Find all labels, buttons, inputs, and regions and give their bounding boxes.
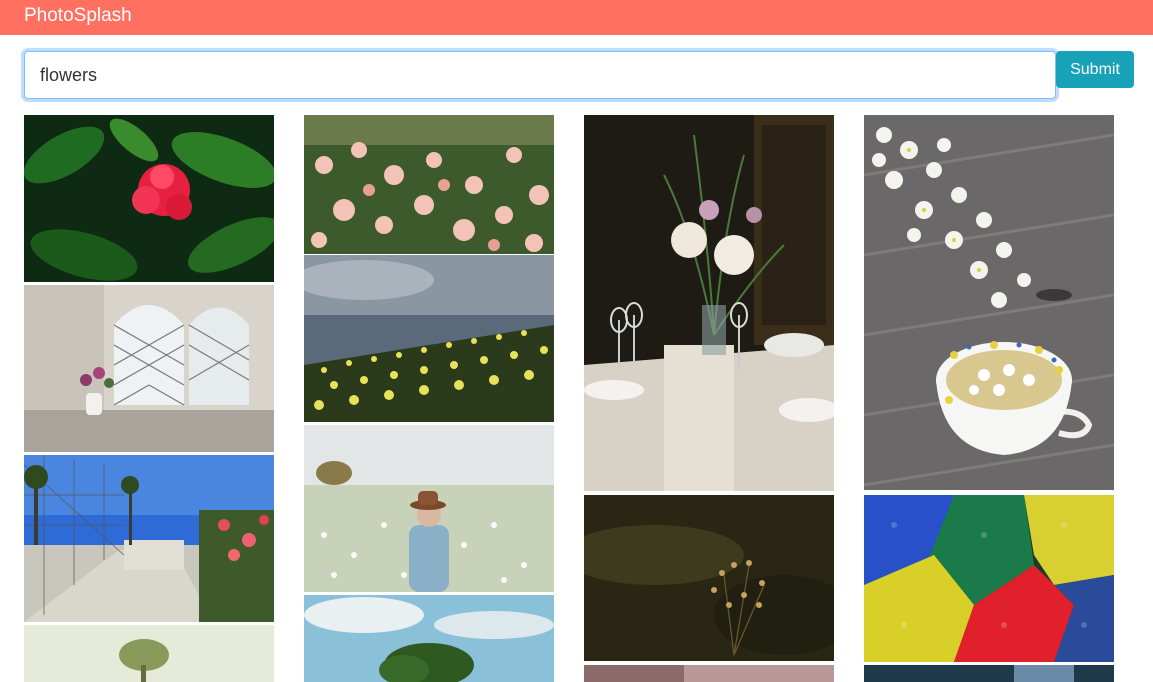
photo-tulip-field[interactable] [304,255,554,422]
photo-bottom-3[interactable] [584,665,834,682]
photo-tree-field[interactable] [24,625,274,682]
photo-red-flower-leaves[interactable] [24,115,274,282]
photo-trees-sky[interactable] [304,595,554,682]
photo-hat-meadow[interactable] [304,425,554,592]
photo-window-vase[interactable] [24,285,274,452]
photo-white-flowers-teacup[interactable] [864,115,1114,490]
photo-bottom-4[interactable] [864,665,1114,682]
photo-dinner-table[interactable] [584,115,834,491]
search-input[interactable] [24,51,1056,99]
brand-logo[interactable]: PhotoSplash [24,5,132,27]
navbar: PhotoSplash [0,0,1153,35]
photo-pink-flower-bush[interactable] [304,115,554,254]
photo-fence-path[interactable] [24,455,274,622]
photo-dark-dry-flowers[interactable] [584,495,834,661]
submit-button[interactable]: Submit [1056,51,1134,88]
photo-colorful-flowers[interactable] [864,495,1114,662]
